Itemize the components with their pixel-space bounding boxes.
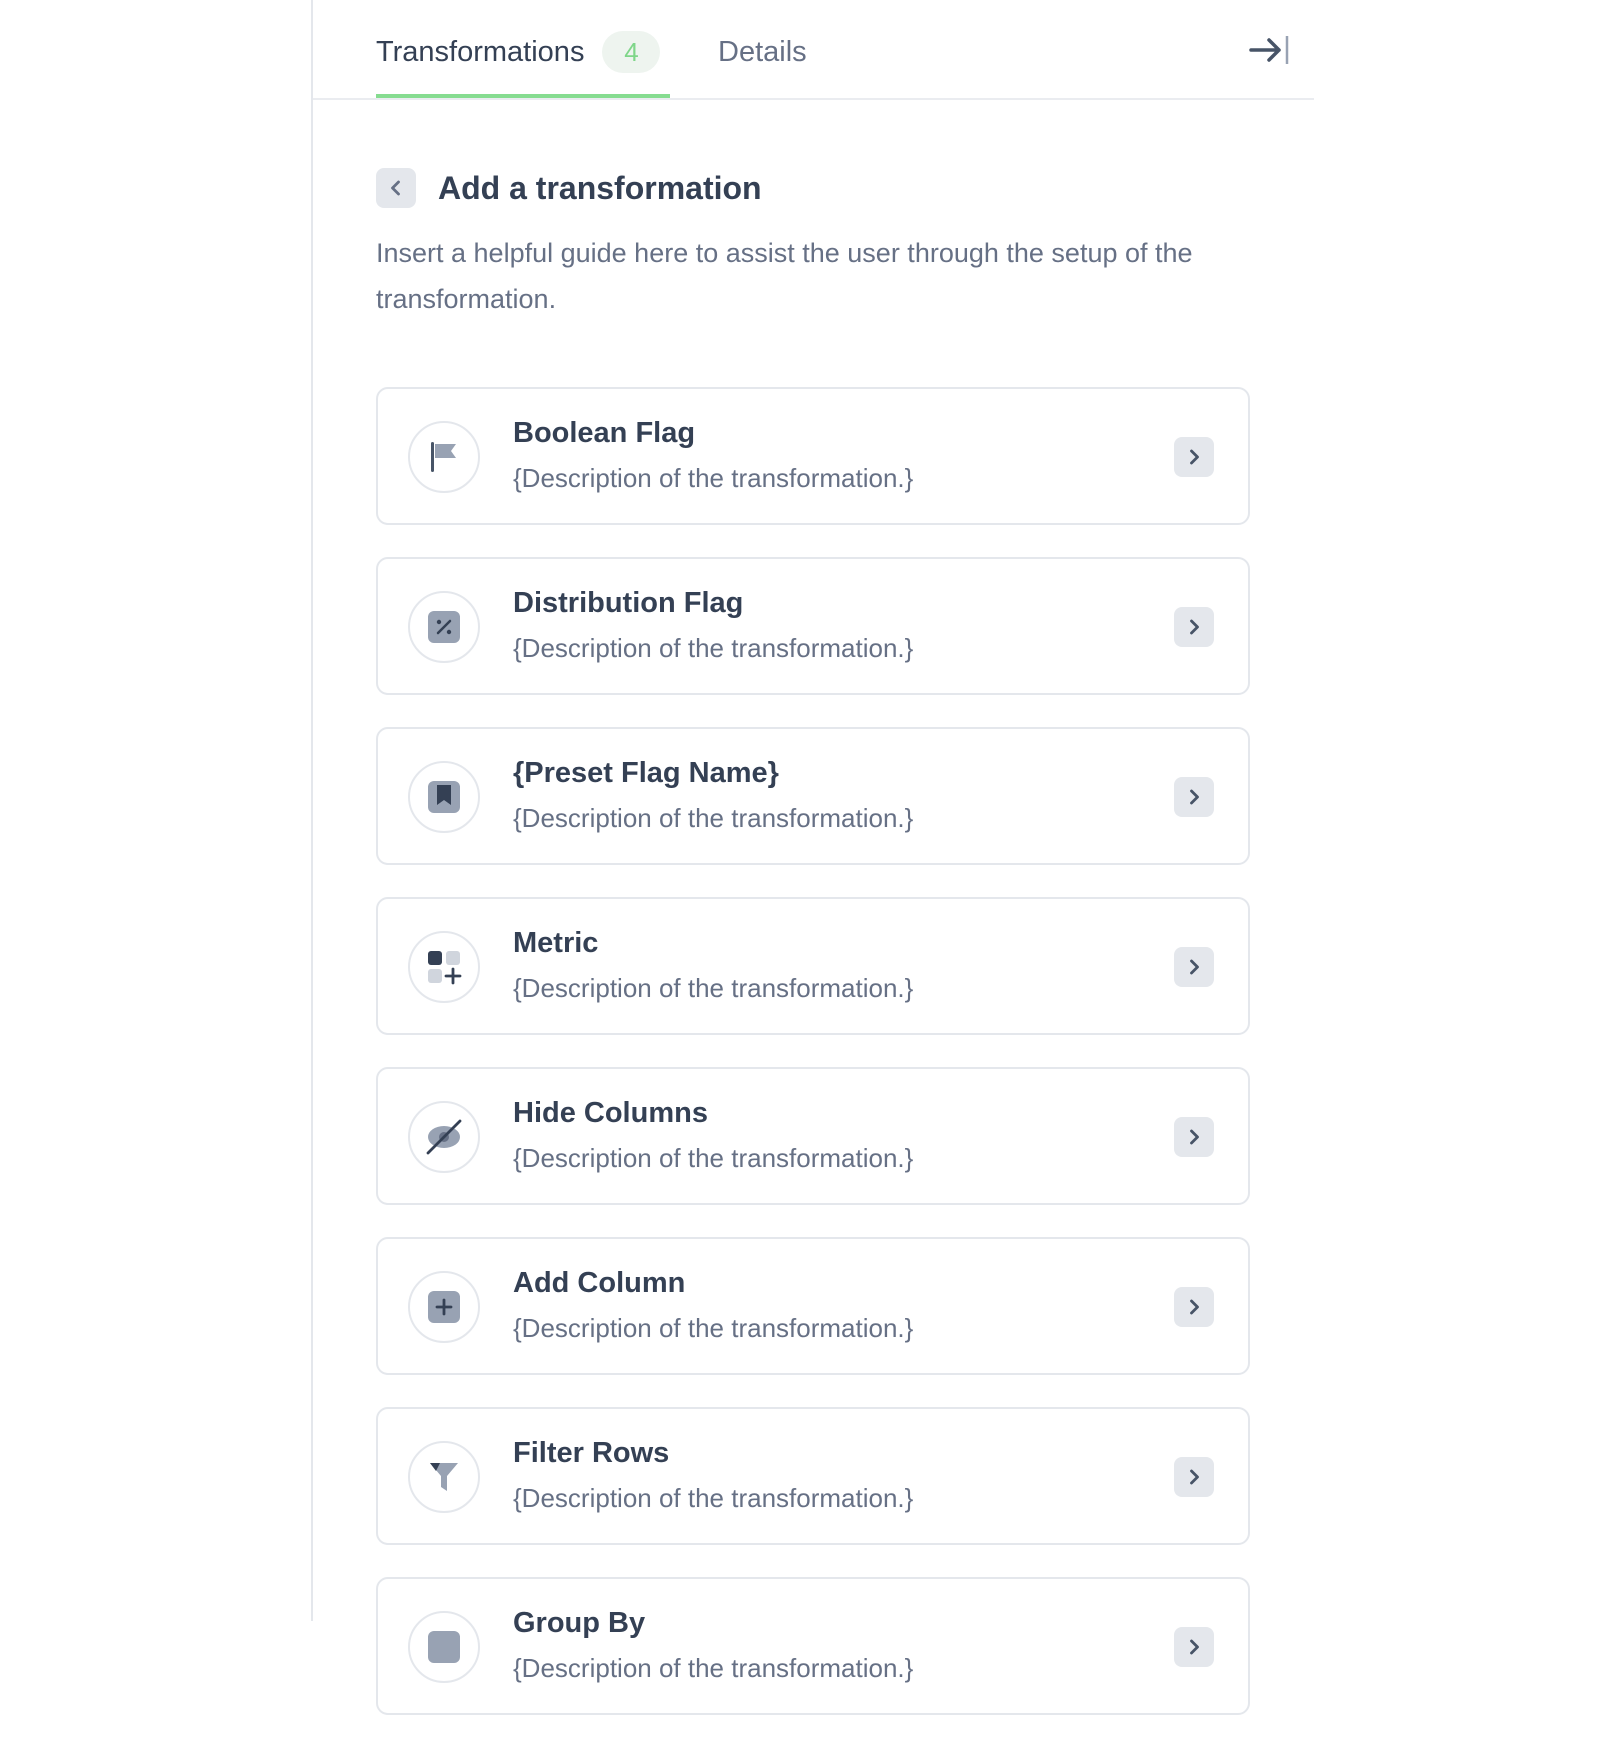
card-title: Distribution Flag (513, 587, 744, 619)
card-title: Filter Rows (513, 1437, 670, 1469)
card-title: Add Column (513, 1267, 686, 1299)
card-description: {Description of the transformation.} (513, 1143, 914, 1173)
transformations-count-badge: 4 (602, 31, 661, 73)
transformations-panel: Transformations 4 Details Add a transfor… (311, 0, 1314, 1715)
card-icon-container (408, 1441, 480, 1513)
filter-icon (430, 1463, 458, 1491)
tab-transformations[interactable]: Transformations 4 (376, 20, 670, 98)
collapse-panel-button[interactable] (1247, 30, 1291, 70)
chevron-left-icon (391, 180, 400, 196)
chevron-right-button[interactable] (1174, 607, 1214, 647)
chevron-right-button[interactable] (1174, 437, 1214, 477)
transformation-item-boolean-flag[interactable]: Boolean Flag {Description of the transfo… (376, 387, 1250, 525)
transformation-list: Boolean Flag {Description of the transfo… (376, 387, 1250, 1747)
bookmark-icon (428, 781, 460, 813)
tab-transformations-label: Transformations (376, 35, 585, 68)
percent-icon (428, 611, 460, 643)
tab-details[interactable]: Details (718, 20, 807, 96)
chevron-right-icon (1190, 789, 1199, 805)
flag-icon (431, 442, 456, 472)
card-icon-container (408, 1271, 480, 1343)
eye-off-icon (426, 1119, 462, 1155)
card-icon-container (408, 1101, 480, 1173)
chevron-right-icon (1190, 1469, 1199, 1485)
guide-text: Insert a helpful guide here to assist th… (376, 238, 1193, 314)
card-icon-container (408, 421, 480, 493)
card-icon-container (408, 931, 480, 1003)
card-description: {Description of the transformation.} (513, 1653, 914, 1683)
chevron-right-icon (1190, 1129, 1199, 1145)
card-icon-container (408, 591, 480, 663)
transformation-item-hide-columns[interactable]: Hide Columns {Description of the transfo… (376, 1067, 1250, 1205)
card-description: {Description of the transformation.} (513, 463, 914, 493)
plus-square-icon (428, 1291, 460, 1323)
transformation-item-metric[interactable]: Metric {Description of the transformatio… (376, 897, 1250, 1035)
tab-bar: Transformations 4 Details (313, 0, 1314, 100)
chevron-right-icon (1190, 619, 1199, 635)
back-button[interactable] (376, 168, 416, 208)
transformation-item-distribution-flag[interactable]: Distribution Flag {Description of the tr… (376, 557, 1250, 695)
card-description: {Description of the transformation.} (513, 633, 914, 663)
arrow-right-to-line-icon (1249, 36, 1289, 64)
card-icon-container (408, 1611, 480, 1683)
transformation-item-group-by[interactable]: Group By {Description of the transformat… (376, 1577, 1250, 1715)
card-icon-container (408, 761, 480, 833)
card-description: {Description of the transformation.} (513, 803, 914, 833)
card-title: {Preset Flag Name} (513, 757, 779, 789)
card-description: {Description of the transformation.} (513, 1483, 914, 1513)
chevron-right-button[interactable] (1174, 777, 1214, 817)
transformation-item-add-column[interactable]: Add Column {Description of the transform… (376, 1237, 1250, 1375)
chevron-right-button[interactable] (1174, 1457, 1214, 1497)
chevron-right-button[interactable] (1174, 1117, 1214, 1157)
chevron-right-icon (1190, 449, 1199, 465)
card-title: Hide Columns (513, 1097, 708, 1129)
card-title: Group By (513, 1607, 646, 1639)
chevron-right-button[interactable] (1174, 1287, 1214, 1327)
add-transformation-header: Add a transformation (376, 168, 762, 208)
page-title: Add a transformation (438, 169, 762, 206)
group-icon (428, 1631, 460, 1663)
chevron-right-button[interactable] (1174, 947, 1214, 987)
chevron-right-button[interactable] (1174, 1627, 1214, 1667)
card-title: Metric (513, 927, 599, 959)
chevron-right-icon (1190, 1639, 1199, 1655)
tab-details-label: Details (718, 35, 807, 68)
chevron-right-icon (1190, 1299, 1199, 1315)
transformation-item-filter-rows[interactable]: Filter Rows {Description of the transfor… (376, 1407, 1250, 1545)
card-description: {Description of the transformation.} (513, 1313, 914, 1343)
chevron-right-icon (1190, 959, 1199, 975)
transformation-item-preset-flag[interactable]: {Preset Flag Name} {Description of the t… (376, 727, 1250, 865)
card-description: {Description of the transformation.} (513, 973, 914, 1003)
metric-add-icon (428, 951, 462, 985)
card-title: Boolean Flag (513, 417, 696, 449)
